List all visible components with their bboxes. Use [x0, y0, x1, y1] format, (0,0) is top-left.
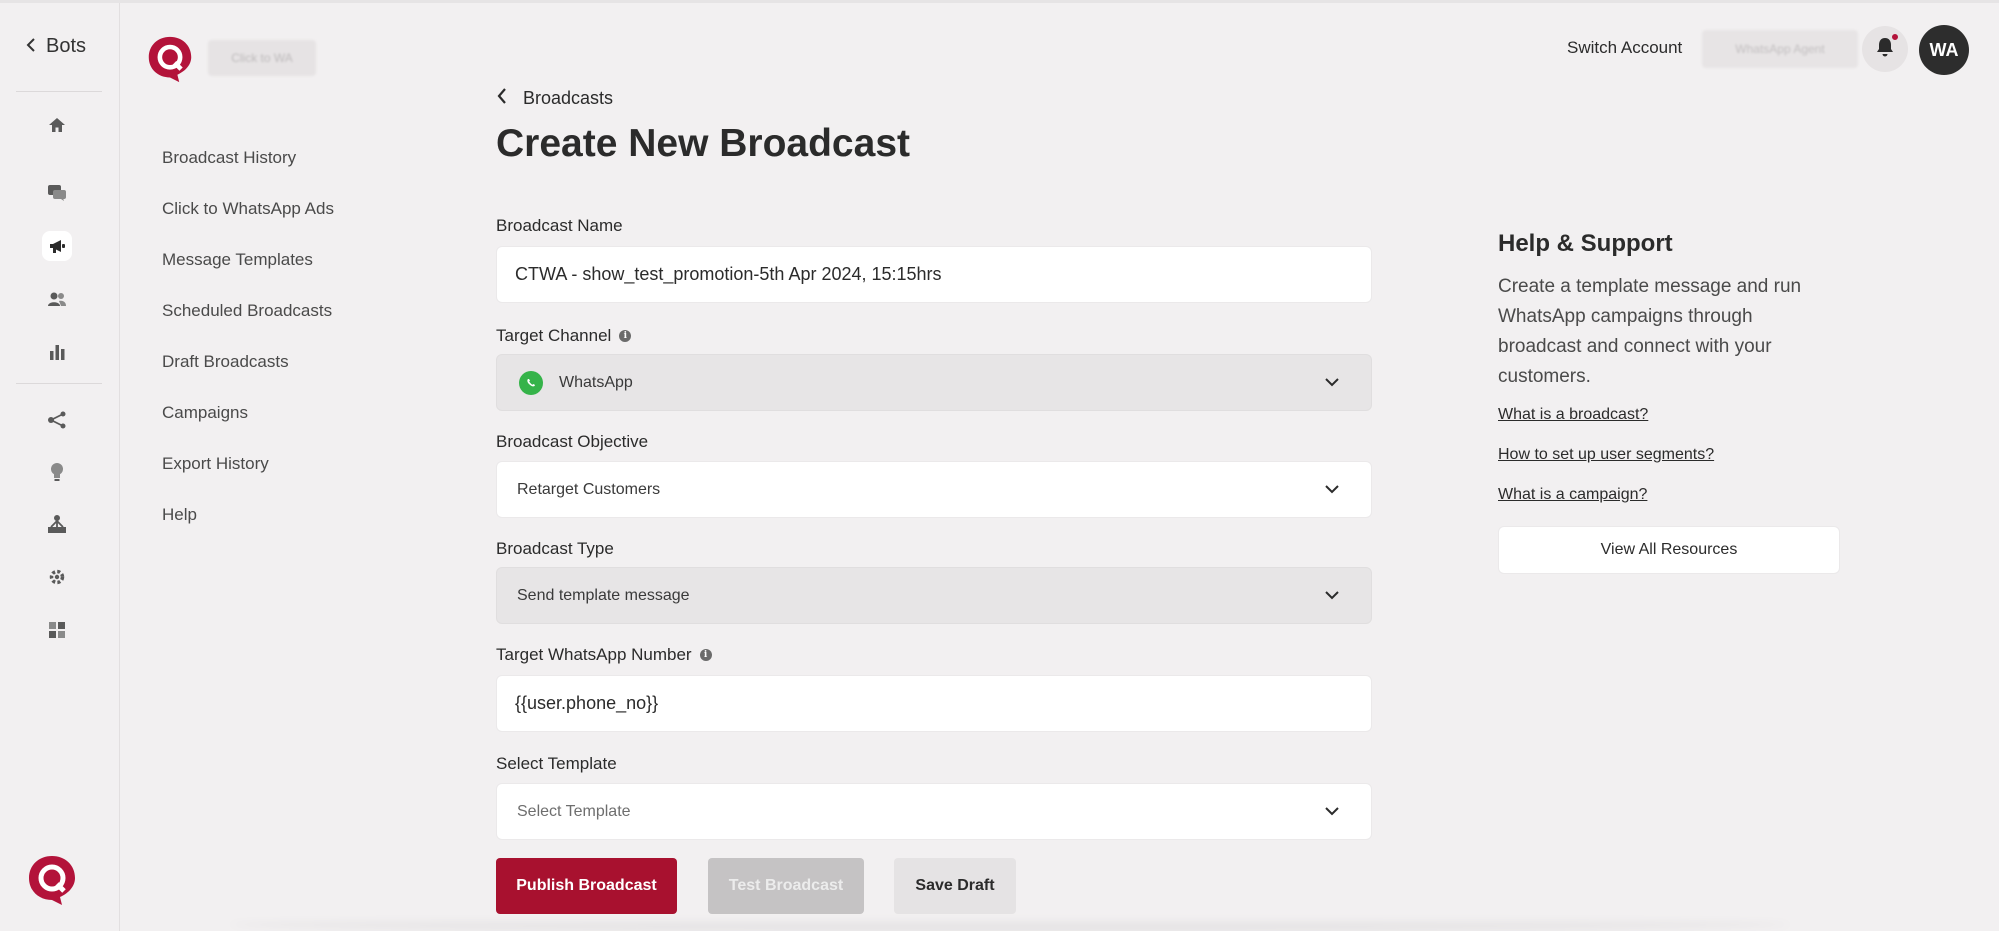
subnav-item-export-history[interactable]: Export History [162, 454, 334, 505]
broadcast-objective-label-text: Broadcast Objective [496, 432, 649, 451]
flow-icon[interactable] [44, 407, 70, 433]
help-link-what-is-campaign[interactable]: What is a campaign? [1498, 486, 1840, 504]
haptik-logo[interactable] [26, 853, 78, 912]
rail-divider [16, 383, 102, 384]
chevron-down-icon [1323, 587, 1341, 605]
chevron-down-icon [1323, 481, 1341, 499]
target-number-value: {{user.phone_no}} [515, 693, 659, 713]
gear-icon[interactable] [44, 564, 70, 590]
subnav-item-help[interactable]: Help [162, 505, 334, 556]
target-number-input[interactable]: {{user.phone_no}} [496, 675, 1372, 732]
rail-divider [16, 91, 102, 92]
notification-dot [1890, 32, 1900, 42]
target-number-label-text: Target WhatsApp Number [496, 645, 692, 664]
subnav-item-campaigns[interactable]: Campaigns [162, 403, 334, 454]
breadcrumb[interactable]: Broadcasts [497, 88, 613, 109]
publish-broadcast-button[interactable]: Publish Broadcast [496, 858, 677, 914]
chevron-left-icon [497, 88, 507, 109]
broadcast-name-input[interactable]: CTWA - show_test_promotion-5th Apr 2024,… [496, 246, 1372, 303]
info-icon[interactable]: i [699, 649, 712, 661]
chat-icon[interactable] [44, 180, 70, 206]
view-all-resources-button[interactable]: View All Resources [1498, 526, 1840, 574]
target-channel-value: WhatsApp [559, 373, 633, 391]
broadcast-objective-value: Retarget Customers [517, 480, 661, 498]
broadcast-type-select[interactable]: Send template message [496, 567, 1372, 624]
broadcast-type-label-text: Broadcast Type [496, 539, 614, 558]
subnav-item-broadcast-history[interactable]: Broadcast History [162, 148, 334, 199]
select-template-label: Select Template [496, 754, 617, 774]
hierarchy-icon[interactable] [44, 511, 70, 537]
select-template-label-text: Select Template [496, 754, 617, 773]
brand-logo[interactable] [146, 33, 194, 90]
broadcast-subnav: Broadcast History Click to WhatsApp Ads … [162, 148, 334, 556]
page-title: Create New Broadcast [496, 122, 910, 165]
info-icon[interactable]: i [619, 330, 632, 342]
chevron-down-icon [1323, 803, 1341, 821]
switch-account-button[interactable]: Switch Account [1567, 38, 1682, 58]
back-to-bots-label: Bots [46, 35, 87, 57]
integrations-icon[interactable] [44, 617, 70, 643]
subnav-item-click-to-whatsapp-ads[interactable]: Click to WhatsApp Ads [162, 199, 334, 250]
bulb-icon[interactable] [44, 459, 70, 485]
notifications-button[interactable] [1862, 26, 1908, 72]
icon-rail: Bots [0, 3, 120, 931]
target-number-label: Target WhatsApp Number i [496, 645, 712, 665]
broadcast-type-label: Broadcast Type [496, 539, 614, 559]
avatar[interactable]: WA [1919, 25, 1969, 75]
whatsapp-icon [519, 370, 543, 395]
target-channel-label-text: Target Channel [496, 326, 612, 345]
help-link-user-segments[interactable]: How to set up user segments? [1498, 446, 1840, 464]
target-channel-select[interactable]: WhatsApp [496, 354, 1372, 411]
test-broadcast-button[interactable]: Test Broadcast [708, 858, 864, 914]
scroll-shadow [230, 918, 1790, 931]
bar-chart-icon[interactable] [44, 339, 70, 365]
save-draft-button[interactable]: Save Draft [894, 858, 1016, 914]
broadcast-objective-select[interactable]: Retarget Customers [496, 461, 1372, 518]
home-icon[interactable] [44, 112, 70, 138]
help-description: Create a template message and run WhatsA… [1498, 276, 1802, 387]
broadcast-type-value: Send template message [517, 586, 690, 604]
select-template-placeholder: Select Template [517, 802, 631, 820]
back-to-bots-link[interactable]: Bots [26, 35, 86, 58]
select-template-dropdown[interactable]: Select Template [496, 783, 1372, 840]
subnav-item-draft-broadcasts[interactable]: Draft Broadcasts [162, 352, 334, 403]
workspace-name: Click to WA [208, 40, 316, 76]
chevron-down-icon [1323, 374, 1341, 392]
users-icon[interactable] [44, 286, 70, 312]
megaphone-icon[interactable] [42, 231, 72, 261]
help-support-panel: Help & Support Create a template message… [1498, 230, 1840, 574]
target-channel-label: Target Channel i [496, 326, 632, 346]
agent-name[interactable]: WhatsApp Agent [1702, 30, 1858, 68]
subnav-item-scheduled-broadcasts[interactable]: Scheduled Broadcasts [162, 301, 334, 352]
help-link-what-is-broadcast[interactable]: What is a broadcast? [1498, 406, 1840, 424]
broadcast-name-label-text: Broadcast Name [496, 216, 623, 235]
chevron-left-icon [26, 35, 36, 58]
broadcast-name-value: CTWA - show_test_promotion-5th Apr 2024,… [515, 264, 942, 284]
broadcast-name-label: Broadcast Name [496, 216, 623, 236]
help-title: Help & Support [1498, 230, 1673, 257]
top-border [0, 0, 1999, 3]
broadcast-objective-label: Broadcast Objective [496, 432, 648, 452]
breadcrumb-label: Broadcasts [523, 88, 614, 108]
subnav-item-message-templates[interactable]: Message Templates [162, 250, 334, 301]
